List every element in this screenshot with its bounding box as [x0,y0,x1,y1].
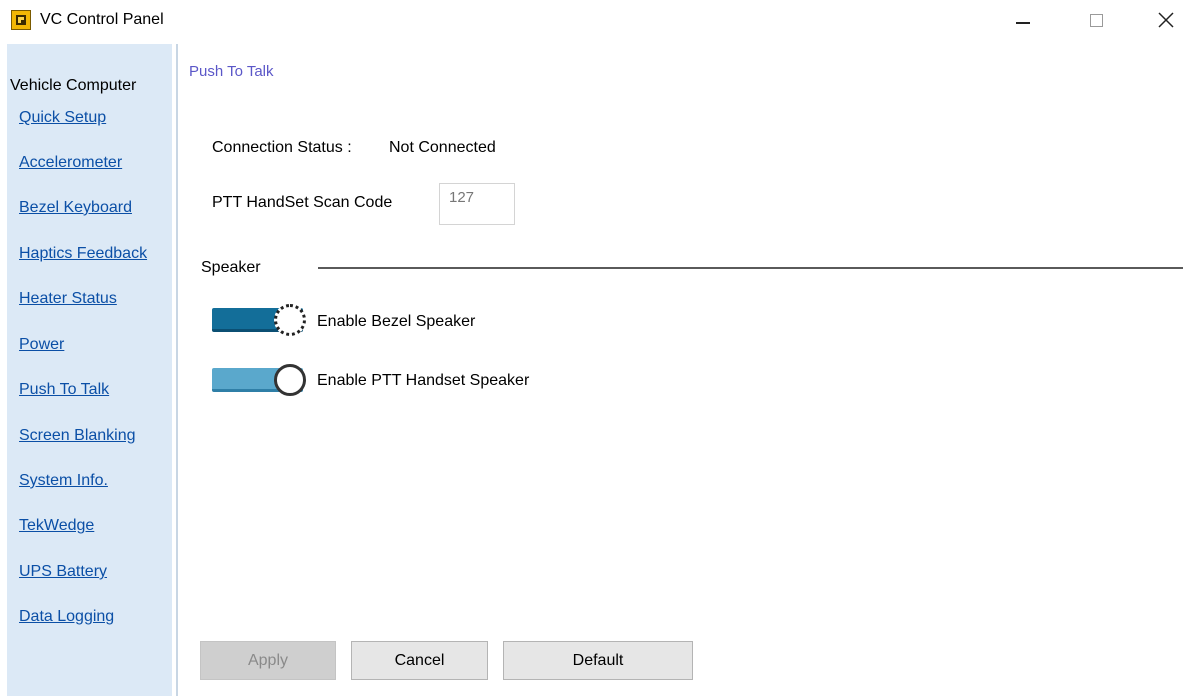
sidebar-item-quick-setup[interactable]: Quick Setup [19,108,106,128]
sidebar-item-tekwedge[interactable]: TekWedge [19,516,94,536]
sidebar-item-ups-battery[interactable]: UPS Battery [19,562,107,582]
connection-status-label: Connection Status : [212,139,352,156]
sidebar-divider [176,44,178,696]
scan-code-input[interactable] [439,183,515,225]
sidebar-item-bezel-keyboard[interactable]: Bezel Keyboard [19,198,132,218]
sidebar: Vehicle Computer Quick Setup Acceleromet… [7,44,172,696]
toggle-knob [274,304,306,336]
title-bar: VC Control Panel [0,0,1183,40]
sidebar-item-accelerometer[interactable]: Accelerometer [19,153,122,173]
bezel-speaker-toggle[interactable] [212,304,306,336]
sidebar-item-data-logging[interactable]: Data Logging [19,607,114,627]
sidebar-item-power[interactable]: Power [19,335,64,355]
page-title: Push To Talk [189,63,274,80]
ptt-handset-speaker-label: Enable PTT Handset Speaker [317,372,530,389]
close-button[interactable] [1143,0,1183,40]
sidebar-item-haptics-feedback[interactable]: Haptics Feedback [19,244,147,264]
maximize-icon [1089,13,1103,27]
sidebar-item-heater-status[interactable]: Heater Status [19,289,117,309]
sidebar-item-screen-blanking[interactable]: Screen Blanking [19,426,136,446]
toggle-knob [274,364,306,396]
apply-button[interactable]: Apply [200,641,336,680]
app-icon [11,10,31,30]
connection-status-value: Not Connected [389,139,496,156]
speaker-divider [318,267,1183,269]
close-icon [1158,12,1174,28]
default-button[interactable]: Default [503,641,693,680]
minimize-icon [1016,22,1030,24]
sidebar-header: Vehicle Computer [10,77,137,94]
ptt-handset-speaker-toggle[interactable] [212,364,306,396]
window-title: VC Control Panel [40,11,164,28]
bezel-speaker-label: Enable Bezel Speaker [317,313,476,330]
cancel-button[interactable]: Cancel [351,641,488,680]
maximize-button[interactable] [1073,0,1119,40]
speaker-group-label: Speaker [201,259,261,276]
minimize-button[interactable] [1000,0,1046,40]
scan-code-label: PTT HandSet Scan Code [212,194,393,211]
sidebar-item-push-to-talk[interactable]: Push To Talk [19,380,109,400]
sidebar-item-system-info[interactable]: System Info. [19,471,108,491]
